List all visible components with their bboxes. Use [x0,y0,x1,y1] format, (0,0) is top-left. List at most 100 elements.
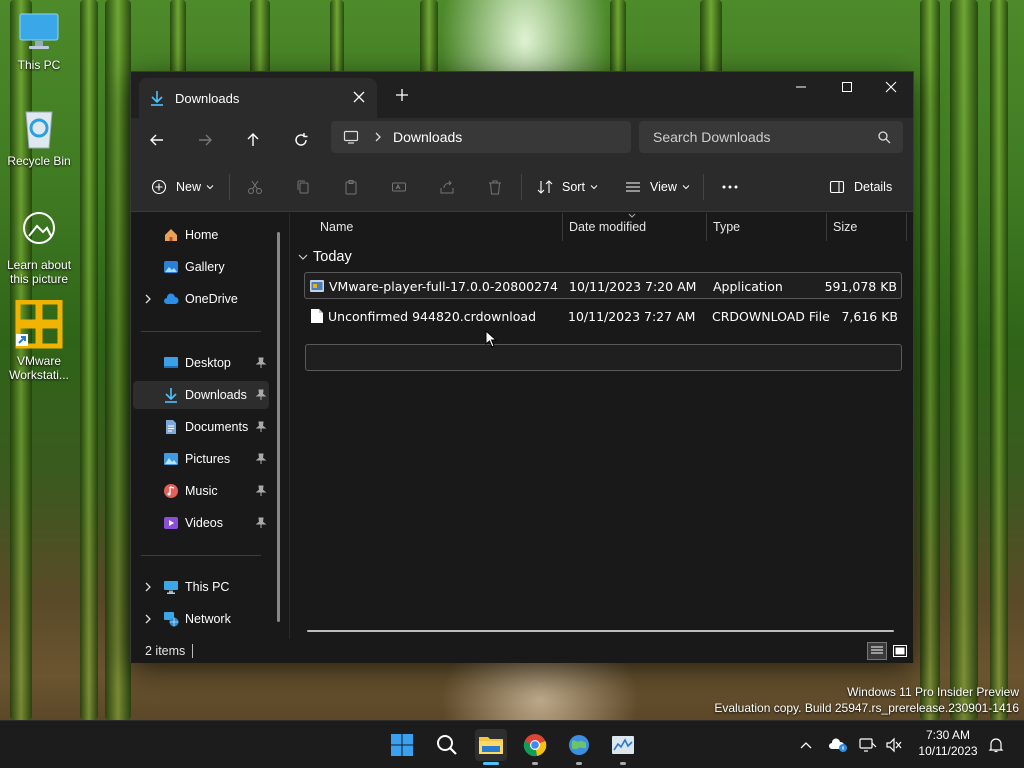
running-indicator [576,762,582,765]
monitor-icon [343,130,359,144]
taskbar-chrome[interactable] [519,729,551,765]
close-button[interactable] [868,72,914,102]
desktop-icon-vmware[interactable]: VMware Workstati... [1,299,77,382]
sidebar-item-documents[interactable]: Documents [133,413,269,441]
details-view-button[interactable] [867,642,887,660]
cut-button[interactable] [247,175,263,199]
sidebar-item-pictures[interactable]: Pictures [133,445,269,473]
group-header-today[interactable]: Today [298,249,352,265]
sidebar-item-label: Home [185,228,219,242]
close-tab-icon[interactable] [351,89,367,105]
network-icon [164,612,179,627]
sidebar-item-network[interactable]: Network [133,605,269,633]
file-row[interactable]: VMware-player-full-17.0.0-20800274 10/11… [304,272,902,299]
trash-icon [489,180,501,195]
chevron-right-icon[interactable] [143,613,153,625]
search-input[interactable]: Search Downloads [653,129,771,145]
show-hidden-icons-button[interactable] [796,735,816,755]
back-button[interactable] [143,128,171,152]
watermark-line-2: Evaluation copy. Build 25947.rs_prerelea… [714,701,1019,715]
toolbar-separator [703,174,704,200]
copy-button[interactable] [295,175,311,199]
address-bar[interactable]: Downloads [331,121,631,153]
more-options-button[interactable] [721,175,739,199]
new-tab-icon[interactable] [393,86,411,104]
column-separator[interactable] [906,213,907,241]
tray-onedrive[interactable] [828,735,848,755]
breadcrumb-downloads[interactable]: Downloads [393,129,462,145]
taskbar-clock[interactable]: 7:30 AM 10/11/2023 [912,727,984,759]
tiles-view-icon [893,645,907,657]
sidebar-scrollbar[interactable] [277,232,280,622]
taskbar-network-app[interactable] [563,729,595,765]
desktop-icon-this-pc[interactable]: This PC [1,10,77,72]
tab-downloads[interactable]: Downloads [139,78,377,118]
taskbar-task-manager[interactable] [607,729,639,765]
minimize-button[interactable] [778,72,824,102]
notifications-button[interactable] [986,735,1006,755]
taskbar: 7:30 AM 10/11/2023 [0,720,1024,768]
maximize-button[interactable] [824,72,870,102]
desktop-icon-label: This PC [17,58,61,72]
start-button[interactable] [386,729,418,761]
column-header-type[interactable]: Type [713,213,740,241]
refresh-button[interactable] [287,128,315,152]
pictures-icon [164,453,178,465]
tray-volume[interactable] [884,735,904,755]
up-button[interactable] [239,128,267,152]
column-separator[interactable] [826,213,827,241]
desktop-icon-learn-picture[interactable]: Learn about this picture [1,210,77,286]
delete-button[interactable] [487,175,503,199]
monitor-icon [17,10,61,54]
column-header-name[interactable]: Name [320,213,353,241]
details-pane-button[interactable]: Details [829,175,892,199]
sidebar-item-onedrive[interactable]: OneDrive [133,285,269,313]
sidebar-item-home[interactable]: Home [133,221,269,249]
desktop-icon-recycle-bin[interactable]: Recycle Bin [1,106,77,168]
sort-button[interactable]: Sort [537,175,598,199]
sidebar-item-music[interactable]: Music [133,477,269,505]
file-row[interactable]: Unconfirmed 944820.crdownload 10/11/2023… [304,303,902,330]
chevron-right-icon[interactable] [143,293,153,305]
share-icon [440,180,454,194]
music-icon [164,484,178,498]
file-icon [311,309,323,323]
sidebar-item-videos[interactable]: Videos [133,509,269,537]
toolbar-separator [229,174,230,200]
file-row[interactable] [305,344,902,371]
file-type: CRDOWNLOAD File [712,309,830,324]
horizontal-scrollbar[interactable] [307,630,894,632]
sidebar-item-label: Network [185,612,231,626]
new-button[interactable]: New [151,175,214,199]
rename-button[interactable] [391,175,407,199]
sidebar-item-desktop[interactable]: Desktop [133,349,269,377]
sidebar-item-this-pc[interactable]: This PC [133,573,269,601]
view-button[interactable]: View [625,175,690,199]
group-label: Today [313,249,352,265]
chevron-right-icon[interactable] [143,581,153,593]
search-button[interactable] [431,729,463,761]
file-date: 10/11/2023 7:20 AM [569,279,697,294]
column-separator[interactable] [706,213,707,241]
paste-button[interactable] [343,175,359,199]
navigation-bar: Downloads Search Downloads [131,118,913,162]
tiles-view-button[interactable] [890,642,910,660]
video-icon [164,517,178,529]
taskbar-file-explorer[interactable] [475,729,507,765]
status-separator [192,644,193,658]
chevron-down-icon [682,185,690,190]
file-explorer-window: Downloads Downloads Search Downloads New… [130,71,914,663]
sidebar-item-downloads[interactable]: Downloads [133,381,269,409]
tray-network[interactable] [858,735,878,755]
share-button[interactable] [439,175,455,199]
download-icon [151,91,163,106]
desktop-icon [164,357,178,368]
search-box[interactable]: Search Downloads [639,121,903,153]
column-header-size[interactable]: Size [833,213,857,241]
forward-button[interactable] [191,128,219,152]
column-separator[interactable] [562,213,563,241]
sidebar-item-gallery[interactable]: Gallery [133,253,269,281]
copy-icon [297,180,309,194]
toolbar-separator [521,174,522,200]
more-icon [722,185,738,189]
